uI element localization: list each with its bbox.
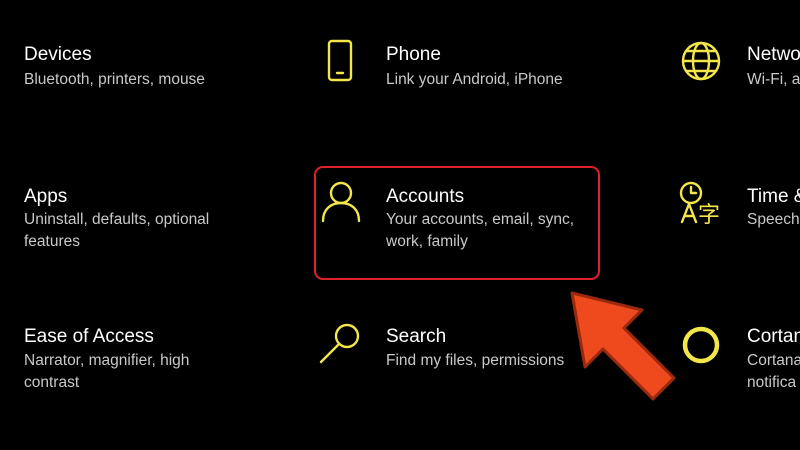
tile-description: Wi-Fi, a <box>747 71 800 88</box>
tile-description: Link your Android, iPhone <box>386 71 563 88</box>
tile-title: Accounts <box>386 186 465 207</box>
person-icon <box>321 181 361 223</box>
tile-title: Apps <box>24 186 68 207</box>
time-language-icon: 字 <box>679 181 720 226</box>
phone-icon <box>327 39 353 82</box>
tile-title: Time & <box>747 186 800 207</box>
tile-description: Your accounts, email, sync, work, family <box>386 211 575 250</box>
time-icon-glyph: 字 <box>698 203 720 226</box>
tile-title: Ease of Access <box>24 326 154 347</box>
tile-title: Search <box>386 326 447 347</box>
tile-description: Bluetooth, printers, mouse <box>24 71 205 88</box>
tile-description: Speech, <box>747 211 800 228</box>
tile-description: Cortana notifica <box>747 352 800 391</box>
tile-title: Devices <box>24 44 92 65</box>
tile-description: Uninstall, defaults, optional features <box>24 211 210 250</box>
search-icon <box>319 323 360 364</box>
tile-title: Netwo <box>747 44 800 65</box>
globe-icon <box>681 41 721 81</box>
pointer-arrow <box>570 291 676 401</box>
tile-description: Narrator, magnifier, high contrast <box>24 352 190 391</box>
tile-title: Phone <box>386 44 441 65</box>
tile-title: Cortan <box>747 326 800 347</box>
